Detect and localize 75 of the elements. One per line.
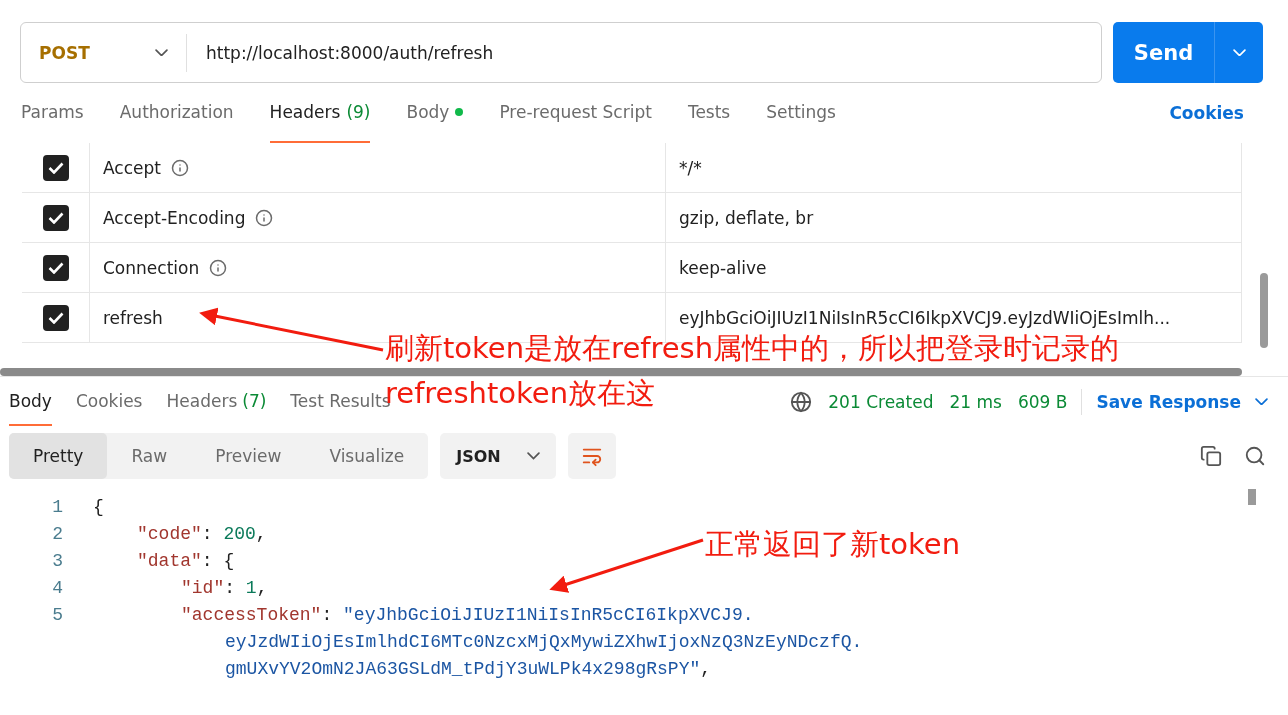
code-line: "id": 1,: [180, 577, 268, 598]
annotation-text: 刷新token是放在refresh属性中的，所以把登录时记录的: [385, 331, 1120, 365]
checkbox[interactable]: [42, 254, 69, 281]
request-tab[interactable]: Tests: [687, 83, 731, 143]
response-time: 21 ms: [949, 391, 1002, 412]
tab-label: Authorization: [119, 102, 234, 122]
line-number: 5: [51, 604, 63, 625]
code-line: {: [92, 496, 104, 517]
header-count: (9): [346, 102, 371, 122]
copy-icon[interactable]: [1200, 445, 1222, 467]
view-mode-tab[interactable]: Visualize: [305, 433, 429, 479]
tab-label: Body: [406, 102, 450, 122]
tab-label: Body: [9, 390, 52, 411]
search-icon[interactable]: [1244, 445, 1266, 467]
code-line: "code": 200,: [136, 523, 267, 544]
status-code: 201 Created: [828, 391, 934, 412]
chevron-down-icon: [1255, 397, 1268, 406]
save-response-button[interactable]: Save Response: [1096, 377, 1268, 426]
globe-icon[interactable]: [790, 390, 813, 413]
chevron-down-icon: [1232, 48, 1246, 57]
tab-label: Headers: [166, 390, 238, 411]
method-dropdown[interactable]: POST: [21, 33, 187, 72]
chevron-down-icon: [526, 452, 540, 460]
header-key: Connection: [103, 257, 200, 278]
request-tab[interactable]: Headers (9): [269, 83, 371, 143]
tab-label: Settings: [766, 102, 836, 122]
request-tab[interactable]: Body: [406, 83, 464, 143]
check-icon: [47, 211, 64, 224]
response-size: 609 B: [1017, 391, 1068, 412]
view-mode-tab[interactable]: Preview: [191, 433, 306, 479]
format-dropdown[interactable]: JSON: [440, 433, 556, 479]
check-icon: [47, 311, 64, 324]
tab-label: Pre-request Script: [499, 102, 652, 122]
request-tab[interactable]: Settings: [766, 83, 836, 143]
header-value: */*: [679, 157, 702, 178]
checkbox[interactable]: [42, 204, 69, 231]
header-key: refresh: [103, 307, 163, 328]
code-line: gmUXvYV2OmN2JA63GSLdM_tPdjY3uWLPk4x298gRsPY",: [224, 658, 712, 679]
tab-label: Tests: [687, 102, 731, 122]
header-key: Accept-Encoding: [103, 207, 246, 228]
code-scrollbar[interactable]: [1248, 489, 1256, 505]
request-tab[interactable]: Pre-request Script: [499, 83, 652, 143]
tab-label: Params: [21, 102, 84, 122]
line-number: 4: [51, 577, 63, 598]
url-field[interactable]: POST http://localhost:8000/auth/refresh: [20, 22, 1102, 83]
tab-label: Cookies: [75, 390, 143, 411]
response-tab[interactable]: Body: [9, 377, 52, 426]
request-tab[interactable]: Params: [21, 83, 84, 143]
horizontal-scrollbar[interactable]: [0, 368, 1242, 376]
cookies-link[interactable]: Cookies: [1169, 103, 1244, 123]
code-line: "accessToken": "eyJhbGciOiJIUzI1NiIsInR5cCI6IkpXVCJ9.: [180, 604, 754, 625]
view-mode-tab[interactable]: Pretty: [9, 433, 108, 479]
check-icon: [47, 161, 64, 174]
header-value: gzip, deflate, br: [679, 207, 814, 228]
header-key: Accept: [103, 157, 161, 178]
chevron-down-icon: [155, 48, 168, 57]
header-value: keep-alive: [679, 257, 767, 278]
response-tab[interactable]: Cookies: [75, 377, 143, 426]
annotation-text: 正常返回了新token: [705, 527, 961, 561]
view-mode-tab[interactable]: Raw: [107, 433, 192, 479]
response-tab[interactable]: Headers (7): [166, 377, 267, 426]
check-icon: [47, 261, 64, 274]
line-number: 3: [51, 550, 63, 571]
code-line: "data": {: [136, 550, 235, 571]
request-tab[interactable]: Authorization: [119, 83, 234, 143]
vertical-scrollbar[interactable]: [1260, 273, 1268, 348]
code-line: eyJzdWIiOjEsImlhdCI6MTc0NzcxMjQxMywiZXhwIjoxNzQ3NzEyNDczfQ.: [224, 631, 863, 652]
header-value: eyJhbGciOiJIUzI1NiIsInR5cCI6IkpXVCJ9.eyJzdWIiOjEsImlh...: [679, 307, 1171, 328]
line-number: 1: [51, 496, 63, 517]
checkbox[interactable]: [42, 154, 69, 181]
wrap-lines-button[interactable]: [567, 433, 616, 479]
checkbox[interactable]: [42, 304, 69, 331]
line-number: 2: [51, 523, 63, 544]
tab-label: Headers: [269, 102, 341, 122]
header-count: (7): [242, 390, 267, 411]
